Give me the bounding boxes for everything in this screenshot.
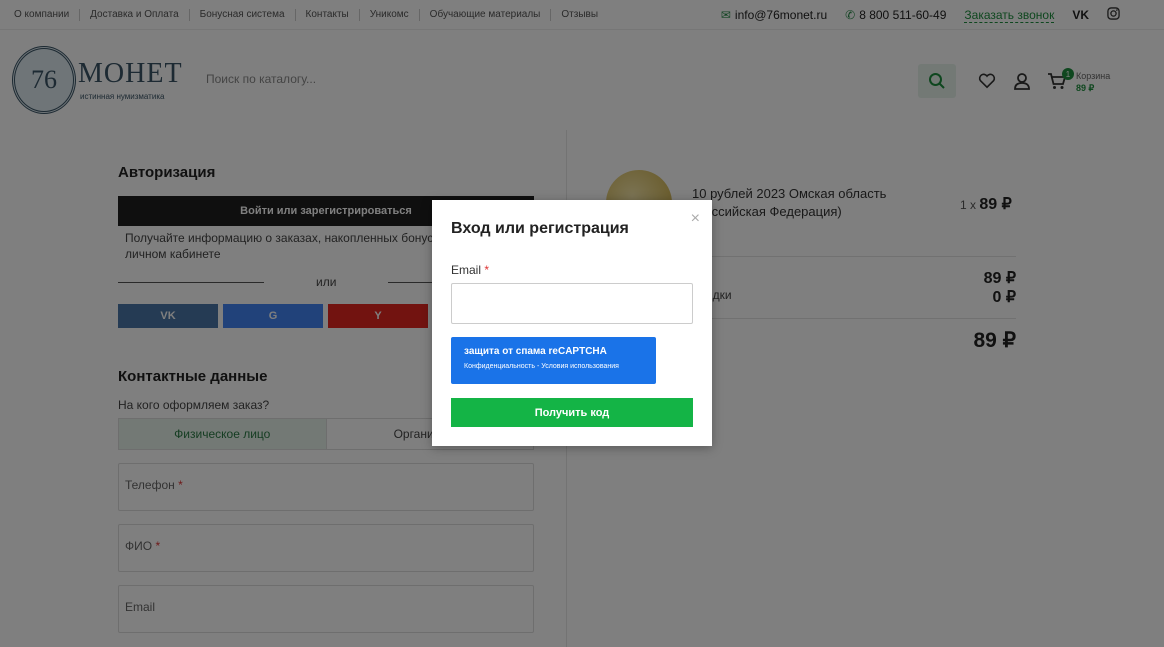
recaptcha-title: защита от спама reCAPTCHA xyxy=(464,346,607,357)
modal-title: Вход или регистрация xyxy=(451,220,629,237)
recaptcha-links[interactable]: Конфиденциальность - Условия использован… xyxy=(464,363,656,370)
email-label-text: Email xyxy=(451,263,482,277)
required-mark: * xyxy=(484,263,490,277)
email-label: Email * xyxy=(451,263,489,277)
close-icon[interactable]: × xyxy=(691,210,700,228)
recaptcha-badge[interactable]: защита от спама reCAPTCHA Конфиденциальн… xyxy=(451,337,656,384)
login-modal: × Вход или регистрация Email * защита от… xyxy=(432,200,712,446)
email-input[interactable] xyxy=(451,283,693,324)
get-code-button[interactable]: Получить код xyxy=(451,398,693,427)
